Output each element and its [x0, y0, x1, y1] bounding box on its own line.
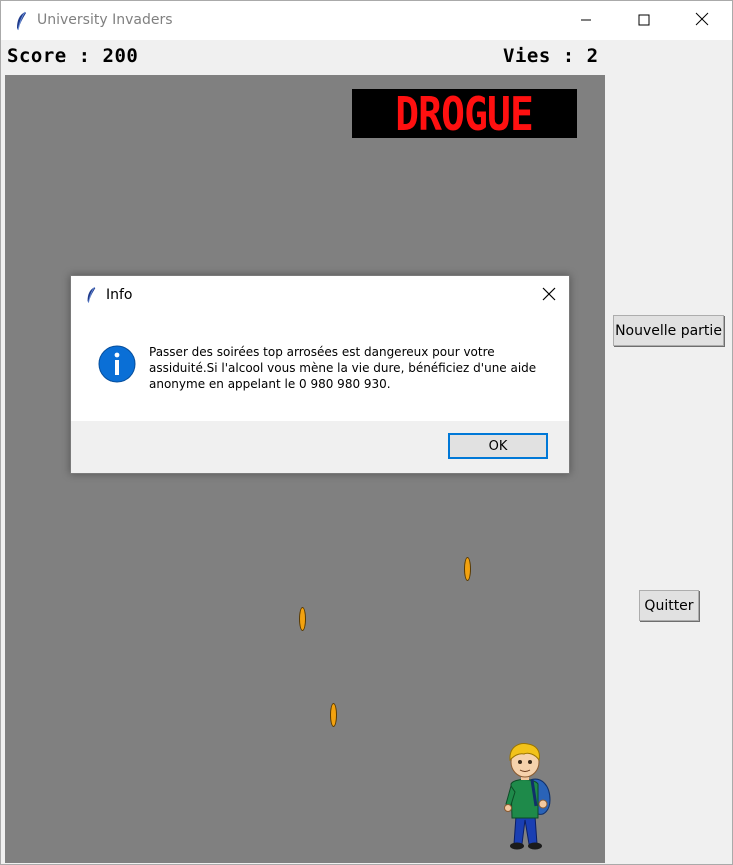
info-icon: [98, 345, 136, 383]
close-icon: [542, 286, 556, 305]
dialog-footer: OK: [71, 421, 569, 473]
lives-label: Vies : 2: [503, 45, 599, 67]
dialog-close-button[interactable]: [534, 282, 564, 308]
maximize-icon: [638, 11, 650, 30]
feather-icon: [85, 286, 97, 304]
new-game-button[interactable]: Nouvelle partie: [613, 315, 724, 346]
enemy-banner: DROGUE: [352, 89, 577, 138]
quit-button[interactable]: Quitter: [639, 590, 699, 621]
maximize-button[interactable]: [615, 1, 673, 40]
enemy-banner-text: DROGUE: [395, 86, 535, 141]
window-close-button[interactable]: [673, 1, 731, 40]
student-sprite: [498, 740, 558, 852]
ok-button[interactable]: OK: [448, 433, 548, 459]
close-icon: [695, 11, 709, 30]
minimize-button[interactable]: [557, 1, 615, 40]
dialog-title: Info: [106, 287, 133, 303]
projectile: [464, 557, 471, 581]
projectile: [299, 607, 306, 631]
info-dialog: Info Passer des soirées top arrosées est…: [70, 275, 570, 474]
game-window: University Invaders Score : 200 Vies : 2…: [0, 0, 733, 865]
feather-icon: [14, 11, 28, 31]
dialog-message: Passer des soirées top arrosées est dang…: [149, 345, 537, 391]
minimize-icon: [580, 11, 592, 30]
score-label: Score : 200: [7, 45, 139, 67]
window-title: University Invaders: [37, 12, 173, 28]
projectile: [330, 703, 337, 727]
title-bar: University Invaders: [1, 1, 732, 40]
